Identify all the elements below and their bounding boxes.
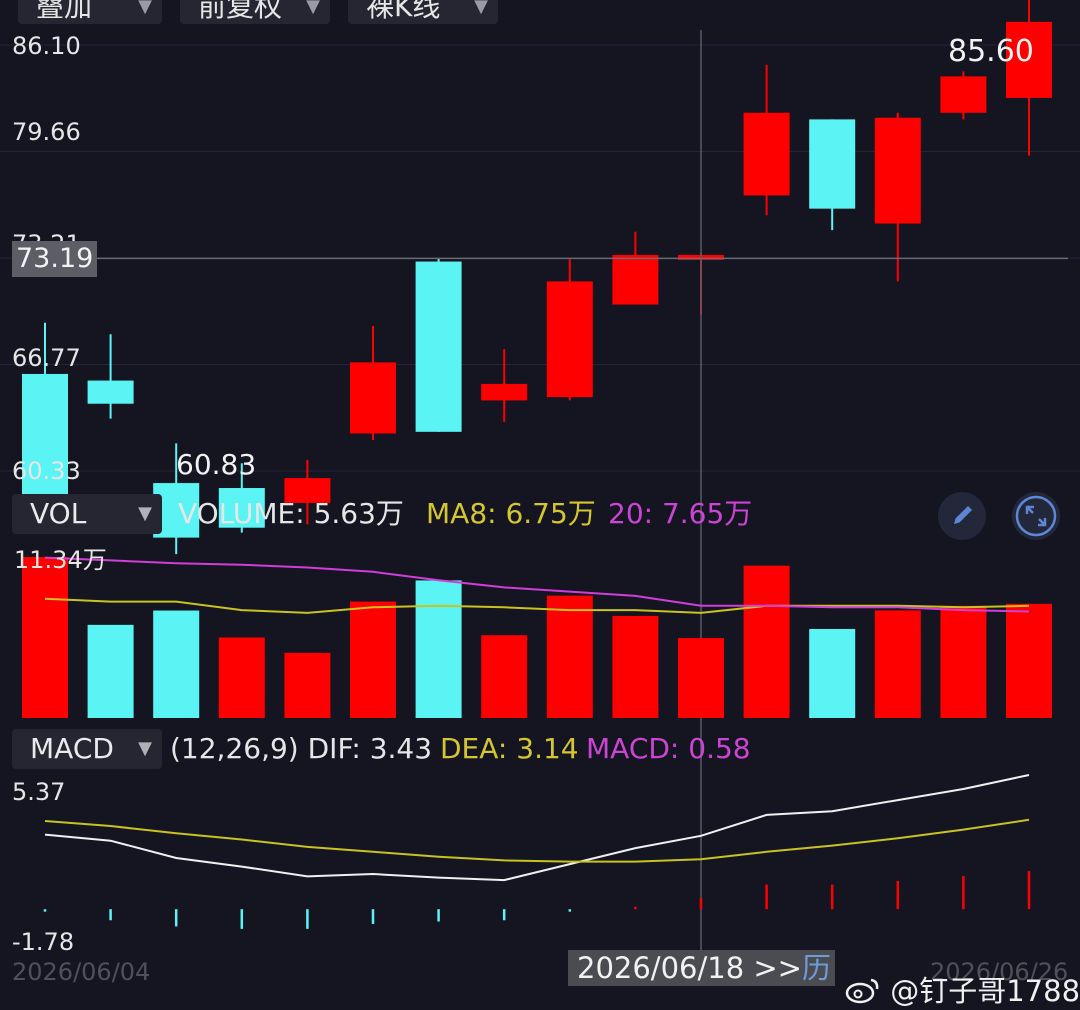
macd-dif-line: [44, 774, 1030, 882]
volume-bar: [743, 565, 790, 718]
macd-indicator-label: MACD: [30, 732, 114, 765]
history-link[interactable]: 历: [802, 951, 831, 985]
macd-dif-value: (12,26,9) DIF: 3.43: [170, 732, 433, 765]
high-price-label: 85.60: [948, 34, 1034, 69]
volume-toolbar: VOL ▼ VOLUME: 5.63万 MA8: 6.75万 20: 7.65万: [0, 492, 1080, 540]
crosshair-date-box[interactable]: 2026/06/18 >>历: [568, 950, 835, 986]
volume-bar: [612, 615, 659, 718]
macd-min-label: -1.78: [12, 928, 75, 956]
volume-bar: [87, 624, 134, 718]
edit-indicator-button[interactable]: [938, 492, 986, 540]
volume-bar: [874, 610, 921, 718]
macd-max-label: 5.37: [12, 778, 66, 806]
candle-body: [809, 119, 856, 209]
volume-bar: [22, 557, 68, 718]
pencil-icon: [954, 506, 972, 524]
volume-bar: [415, 580, 462, 718]
volume-max-label: 11.34万: [14, 546, 107, 574]
candle-body: [612, 254, 659, 305]
volume-ma20-value: 20: 7.65万: [608, 497, 753, 530]
macd-dea-line: [44, 818, 1030, 863]
candle-body: [415, 261, 462, 432]
volume-bar: [153, 610, 200, 718]
candle-body: [874, 117, 921, 224]
candle-body: [940, 76, 987, 113]
candle-body: [546, 281, 593, 398]
watermark: @钉子哥1788: [845, 968, 1080, 1010]
volume-bar: [1006, 603, 1052, 718]
volume-bar: [940, 605, 987, 718]
expand-icon: [1015, 495, 1057, 537]
start-date-label: 2026/06/04: [12, 958, 151, 986]
macd-toolbar: MACD ▼ (12,26,9) DIF: 3.43 DEA: 3.14 MAC…: [0, 727, 1080, 775]
candle-body: [743, 112, 790, 196]
volume-bar: [546, 595, 593, 718]
weibo-icon: [845, 978, 879, 1004]
volume-bar: [350, 601, 396, 718]
volume-indicator-select[interactable]: VOL ▼: [12, 494, 162, 534]
chevron-down-icon: ▼: [138, 738, 152, 759]
volume-bar: [218, 637, 265, 718]
volume-bar: [284, 652, 331, 718]
expand-chart-button[interactable]: [1012, 492, 1060, 540]
macd-histogram-value: MACD: 0.58: [586, 732, 751, 765]
low-price-label: 60.83: [176, 448, 257, 481]
price-axis-label: 66.77: [12, 344, 81, 372]
macd-indicator-select[interactable]: MACD ▼: [12, 729, 162, 769]
price-axis-label: 60.33: [12, 457, 81, 485]
crosshair-price-label: 73.19: [12, 241, 98, 277]
volume-bar: [481, 635, 528, 718]
crosshair-date: 2026/06/18 >>: [577, 951, 802, 985]
volume-bar: [809, 628, 856, 718]
price-axis-label: 86.10: [12, 32, 81, 60]
volume-indicator-label: VOL: [30, 497, 87, 530]
candle-body: [481, 383, 528, 401]
chevron-down-icon: ▼: [138, 503, 152, 524]
macd-dea-value: DEA: 3.14: [440, 732, 579, 765]
candle-body: [350, 362, 396, 434]
volume-bar: [678, 638, 724, 718]
watermark-text: @钉子哥1788: [890, 974, 1080, 1008]
volume-ma8-value: MA8: 6.75万: [426, 497, 596, 530]
candle-body: [87, 380, 134, 404]
price-axis-label: 79.66: [12, 118, 81, 146]
volume-value: VOLUME: 5.63万: [178, 497, 404, 530]
